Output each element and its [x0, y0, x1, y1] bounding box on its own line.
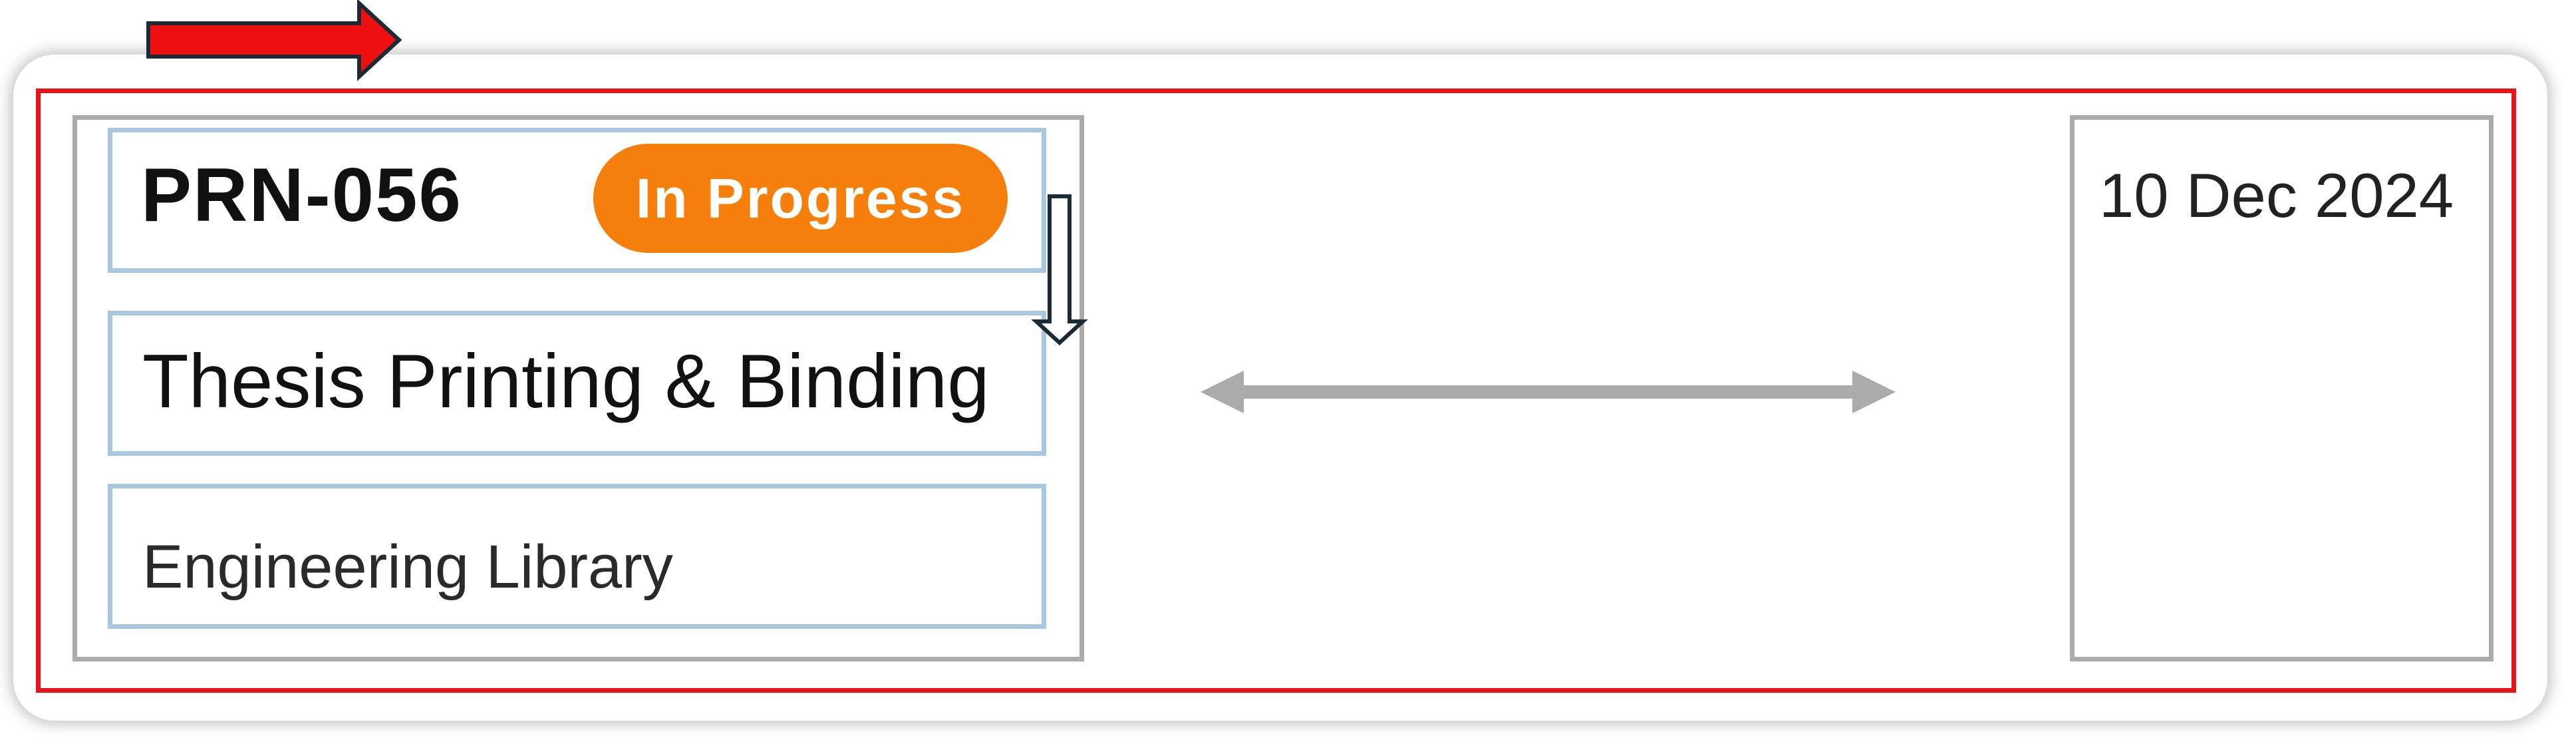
down-arrow-icon — [1031, 194, 1088, 346]
annotation-overlay — [146, 0, 1896, 413]
stage: PRN-056 In Progress Thesis Printing & Bi… — [0, 0, 2576, 740]
double-headed-arrow-icon — [1201, 371, 1896, 413]
right-arrow-icon — [146, 0, 402, 81]
